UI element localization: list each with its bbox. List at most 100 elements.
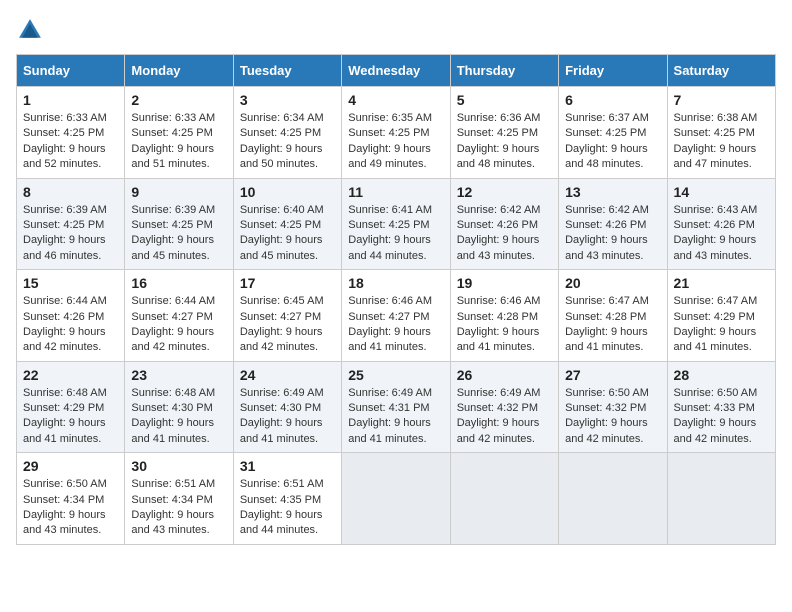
day-number: 16 [131, 275, 226, 291]
day-info: Sunrise: 6:46 AMSunset: 4:27 PMDaylight:… [348, 294, 443, 356]
calendar-cell: 21 Sunrise: 6:47 AMSunset: 4:29 PMDayligh… [667, 270, 775, 362]
calendar-cell [667, 453, 775, 545]
calendar-cell: 3 Sunrise: 6:34 AMSunset: 4:25 PMDaylight… [233, 87, 341, 179]
day-info: Sunrise: 6:41 AMSunset: 4:25 PMDaylight:… [348, 203, 443, 265]
day-info: Sunrise: 6:44 AMSunset: 4:27 PMDaylight:… [131, 294, 226, 356]
calendar-cell: 5 Sunrise: 6:36 AMSunset: 4:25 PMDaylight… [450, 87, 558, 179]
day-info: Sunrise: 6:49 AMSunset: 4:31 PMDaylight:… [348, 386, 443, 448]
calendar-week-row: 8 Sunrise: 6:39 AMSunset: 4:25 PMDaylight… [17, 178, 776, 270]
day-number: 11 [348, 184, 443, 200]
day-info: Sunrise: 6:50 AMSunset: 4:34 PMDaylight:… [23, 477, 118, 539]
day-info: Sunrise: 6:34 AMSunset: 4:25 PMDaylight:… [240, 111, 335, 173]
day-info: Sunrise: 6:47 AMSunset: 4:29 PMDaylight:… [674, 294, 769, 356]
calendar-cell: 16 Sunrise: 6:44 AMSunset: 4:27 PMDayligh… [125, 270, 233, 362]
day-info: Sunrise: 6:51 AMSunset: 4:35 PMDaylight:… [240, 477, 335, 539]
day-number: 1 [23, 92, 118, 108]
calendar-cell: 12 Sunrise: 6:42 AMSunset: 4:26 PMDayligh… [450, 178, 558, 270]
day-info: Sunrise: 6:42 AMSunset: 4:26 PMDaylight:… [565, 203, 660, 265]
day-info: Sunrise: 6:39 AMSunset: 4:25 PMDaylight:… [23, 203, 118, 265]
calendar-cell: 15 Sunrise: 6:44 AMSunset: 4:26 PMDayligh… [17, 270, 125, 362]
day-number: 4 [348, 92, 443, 108]
weekday-header: Tuesday [233, 55, 341, 87]
day-info: Sunrise: 6:44 AMSunset: 4:26 PMDaylight:… [23, 294, 118, 356]
day-number: 25 [348, 367, 443, 383]
day-info: Sunrise: 6:49 AMSunset: 4:30 PMDaylight:… [240, 386, 335, 448]
weekday-header: Sunday [17, 55, 125, 87]
weekday-row: SundayMondayTuesdayWednesdayThursdayFrid… [17, 55, 776, 87]
day-number: 21 [674, 275, 769, 291]
day-number: 5 [457, 92, 552, 108]
calendar-cell: 24Sunrise: 6:49 AMSunset: 4:30 PMDayligh… [233, 361, 341, 453]
page-header [16, 16, 776, 44]
day-info: Sunrise: 6:50 AMSunset: 4:32 PMDaylight:… [565, 386, 660, 448]
calendar-week-row: 15 Sunrise: 6:44 AMSunset: 4:26 PMDayligh… [17, 270, 776, 362]
calendar-cell: 8 Sunrise: 6:39 AMSunset: 4:25 PMDaylight… [17, 178, 125, 270]
calendar-cell: 22Sunrise: 6:48 AMSunset: 4:29 PMDayligh… [17, 361, 125, 453]
calendar-cell: 26Sunrise: 6:49 AMSunset: 4:32 PMDayligh… [450, 361, 558, 453]
day-number: 12 [457, 184, 552, 200]
day-info: Sunrise: 6:50 AMSunset: 4:33 PMDaylight:… [674, 386, 769, 448]
day-info: Sunrise: 6:42 AMSunset: 4:26 PMDaylight:… [457, 203, 552, 265]
calendar-week-row: 29 Sunrise: 6:50 AMSunset: 4:34 PMDayligh… [17, 453, 776, 545]
calendar-table: SundayMondayTuesdayWednesdayThursdayFrid… [16, 54, 776, 545]
day-number: 20 [565, 275, 660, 291]
calendar-cell: 9Sunrise: 6:39 AMSunset: 4:25 PMDaylight… [125, 178, 233, 270]
day-number: 3 [240, 92, 335, 108]
day-number: 2 [131, 92, 226, 108]
day-number: 8 [23, 184, 118, 200]
day-info: Sunrise: 6:39 AMSunset: 4:25 PMDaylight:… [131, 203, 226, 265]
day-number: 15 [23, 275, 118, 291]
calendar-cell: 2Sunrise: 6:33 AMSunset: 4:25 PMDaylight… [125, 87, 233, 179]
day-info: Sunrise: 6:46 AMSunset: 4:28 PMDaylight:… [457, 294, 552, 356]
calendar-cell: 28 Sunrise: 6:50 AMSunset: 4:33 PMDayligh… [667, 361, 775, 453]
calendar-cell: 23 Sunrise: 6:48 AMSunset: 4:30 PMDayligh… [125, 361, 233, 453]
calendar-header: SundayMondayTuesdayWednesdayThursdayFrid… [17, 55, 776, 87]
calendar-cell [450, 453, 558, 545]
calendar-cell: 14 Sunrise: 6:43 AMSunset: 4:26 PMDayligh… [667, 178, 775, 270]
calendar-week-row: 1Sunrise: 6:33 AMSunset: 4:25 PMDaylight… [17, 87, 776, 179]
calendar-cell: 6 Sunrise: 6:37 AMSunset: 4:25 PMDaylight… [559, 87, 667, 179]
day-info: Sunrise: 6:35 AMSunset: 4:25 PMDaylight:… [348, 111, 443, 173]
day-number: 31 [240, 458, 335, 474]
calendar-cell: 18Sunrise: 6:46 AMSunset: 4:27 PMDayligh… [342, 270, 450, 362]
day-number: 23 [131, 367, 226, 383]
calendar-cell: 13 Sunrise: 6:42 AMSunset: 4:26 PMDayligh… [559, 178, 667, 270]
calendar-cell: 1Sunrise: 6:33 AMSunset: 4:25 PMDaylight… [17, 87, 125, 179]
day-info: Sunrise: 6:43 AMSunset: 4:26 PMDaylight:… [674, 203, 769, 265]
day-number: 14 [674, 184, 769, 200]
day-number: 29 [23, 458, 118, 474]
day-number: 28 [674, 367, 769, 383]
day-info: Sunrise: 6:49 AMSunset: 4:32 PMDaylight:… [457, 386, 552, 448]
calendar-cell [559, 453, 667, 545]
calendar-cell: 30 Sunrise: 6:51 AMSunset: 4:34 PMDayligh… [125, 453, 233, 545]
calendar-cell: 25 Sunrise: 6:49 AMSunset: 4:31 PMDayligh… [342, 361, 450, 453]
day-info: Sunrise: 6:36 AMSunset: 4:25 PMDaylight:… [457, 111, 552, 173]
day-info: Sunrise: 6:38 AMSunset: 4:25 PMDaylight:… [674, 111, 769, 173]
day-number: 6 [565, 92, 660, 108]
calendar-cell: 29 Sunrise: 6:50 AMSunset: 4:34 PMDayligh… [17, 453, 125, 545]
calendar-cell: 17 Sunrise: 6:45 AMSunset: 4:27 PMDayligh… [233, 270, 341, 362]
logo [16, 16, 48, 44]
day-info: Sunrise: 6:47 AMSunset: 4:28 PMDaylight:… [565, 294, 660, 356]
day-info: Sunrise: 6:45 AMSunset: 4:27 PMDaylight:… [240, 294, 335, 356]
calendar-cell: 31 Sunrise: 6:51 AMSunset: 4:35 PMDayligh… [233, 453, 341, 545]
calendar-cell: 10Sunrise: 6:40 AMSunset: 4:25 PMDayligh… [233, 178, 341, 270]
calendar-cell: 20 Sunrise: 6:47 AMSunset: 4:28 PMDayligh… [559, 270, 667, 362]
day-number: 19 [457, 275, 552, 291]
day-info: Sunrise: 6:37 AMSunset: 4:25 PMDaylight:… [565, 111, 660, 173]
day-info: Sunrise: 6:48 AMSunset: 4:30 PMDaylight:… [131, 386, 226, 448]
calendar-cell: 4 Sunrise: 6:35 AMSunset: 4:25 PMDaylight… [342, 87, 450, 179]
weekday-header: Friday [559, 55, 667, 87]
day-info: Sunrise: 6:40 AMSunset: 4:25 PMDaylight:… [240, 203, 335, 265]
day-number: 13 [565, 184, 660, 200]
calendar-cell: 7 Sunrise: 6:38 AMSunset: 4:25 PMDaylight… [667, 87, 775, 179]
day-number: 27 [565, 367, 660, 383]
day-number: 7 [674, 92, 769, 108]
calendar-cell: 27 Sunrise: 6:50 AMSunset: 4:32 PMDayligh… [559, 361, 667, 453]
day-info: Sunrise: 6:48 AMSunset: 4:29 PMDaylight:… [23, 386, 118, 448]
day-info: Sunrise: 6:51 AMSunset: 4:34 PMDaylight:… [131, 477, 226, 539]
weekday-header: Wednesday [342, 55, 450, 87]
day-number: 17 [240, 275, 335, 291]
day-number: 30 [131, 458, 226, 474]
calendar-body: 1Sunrise: 6:33 AMSunset: 4:25 PMDaylight… [17, 87, 776, 545]
